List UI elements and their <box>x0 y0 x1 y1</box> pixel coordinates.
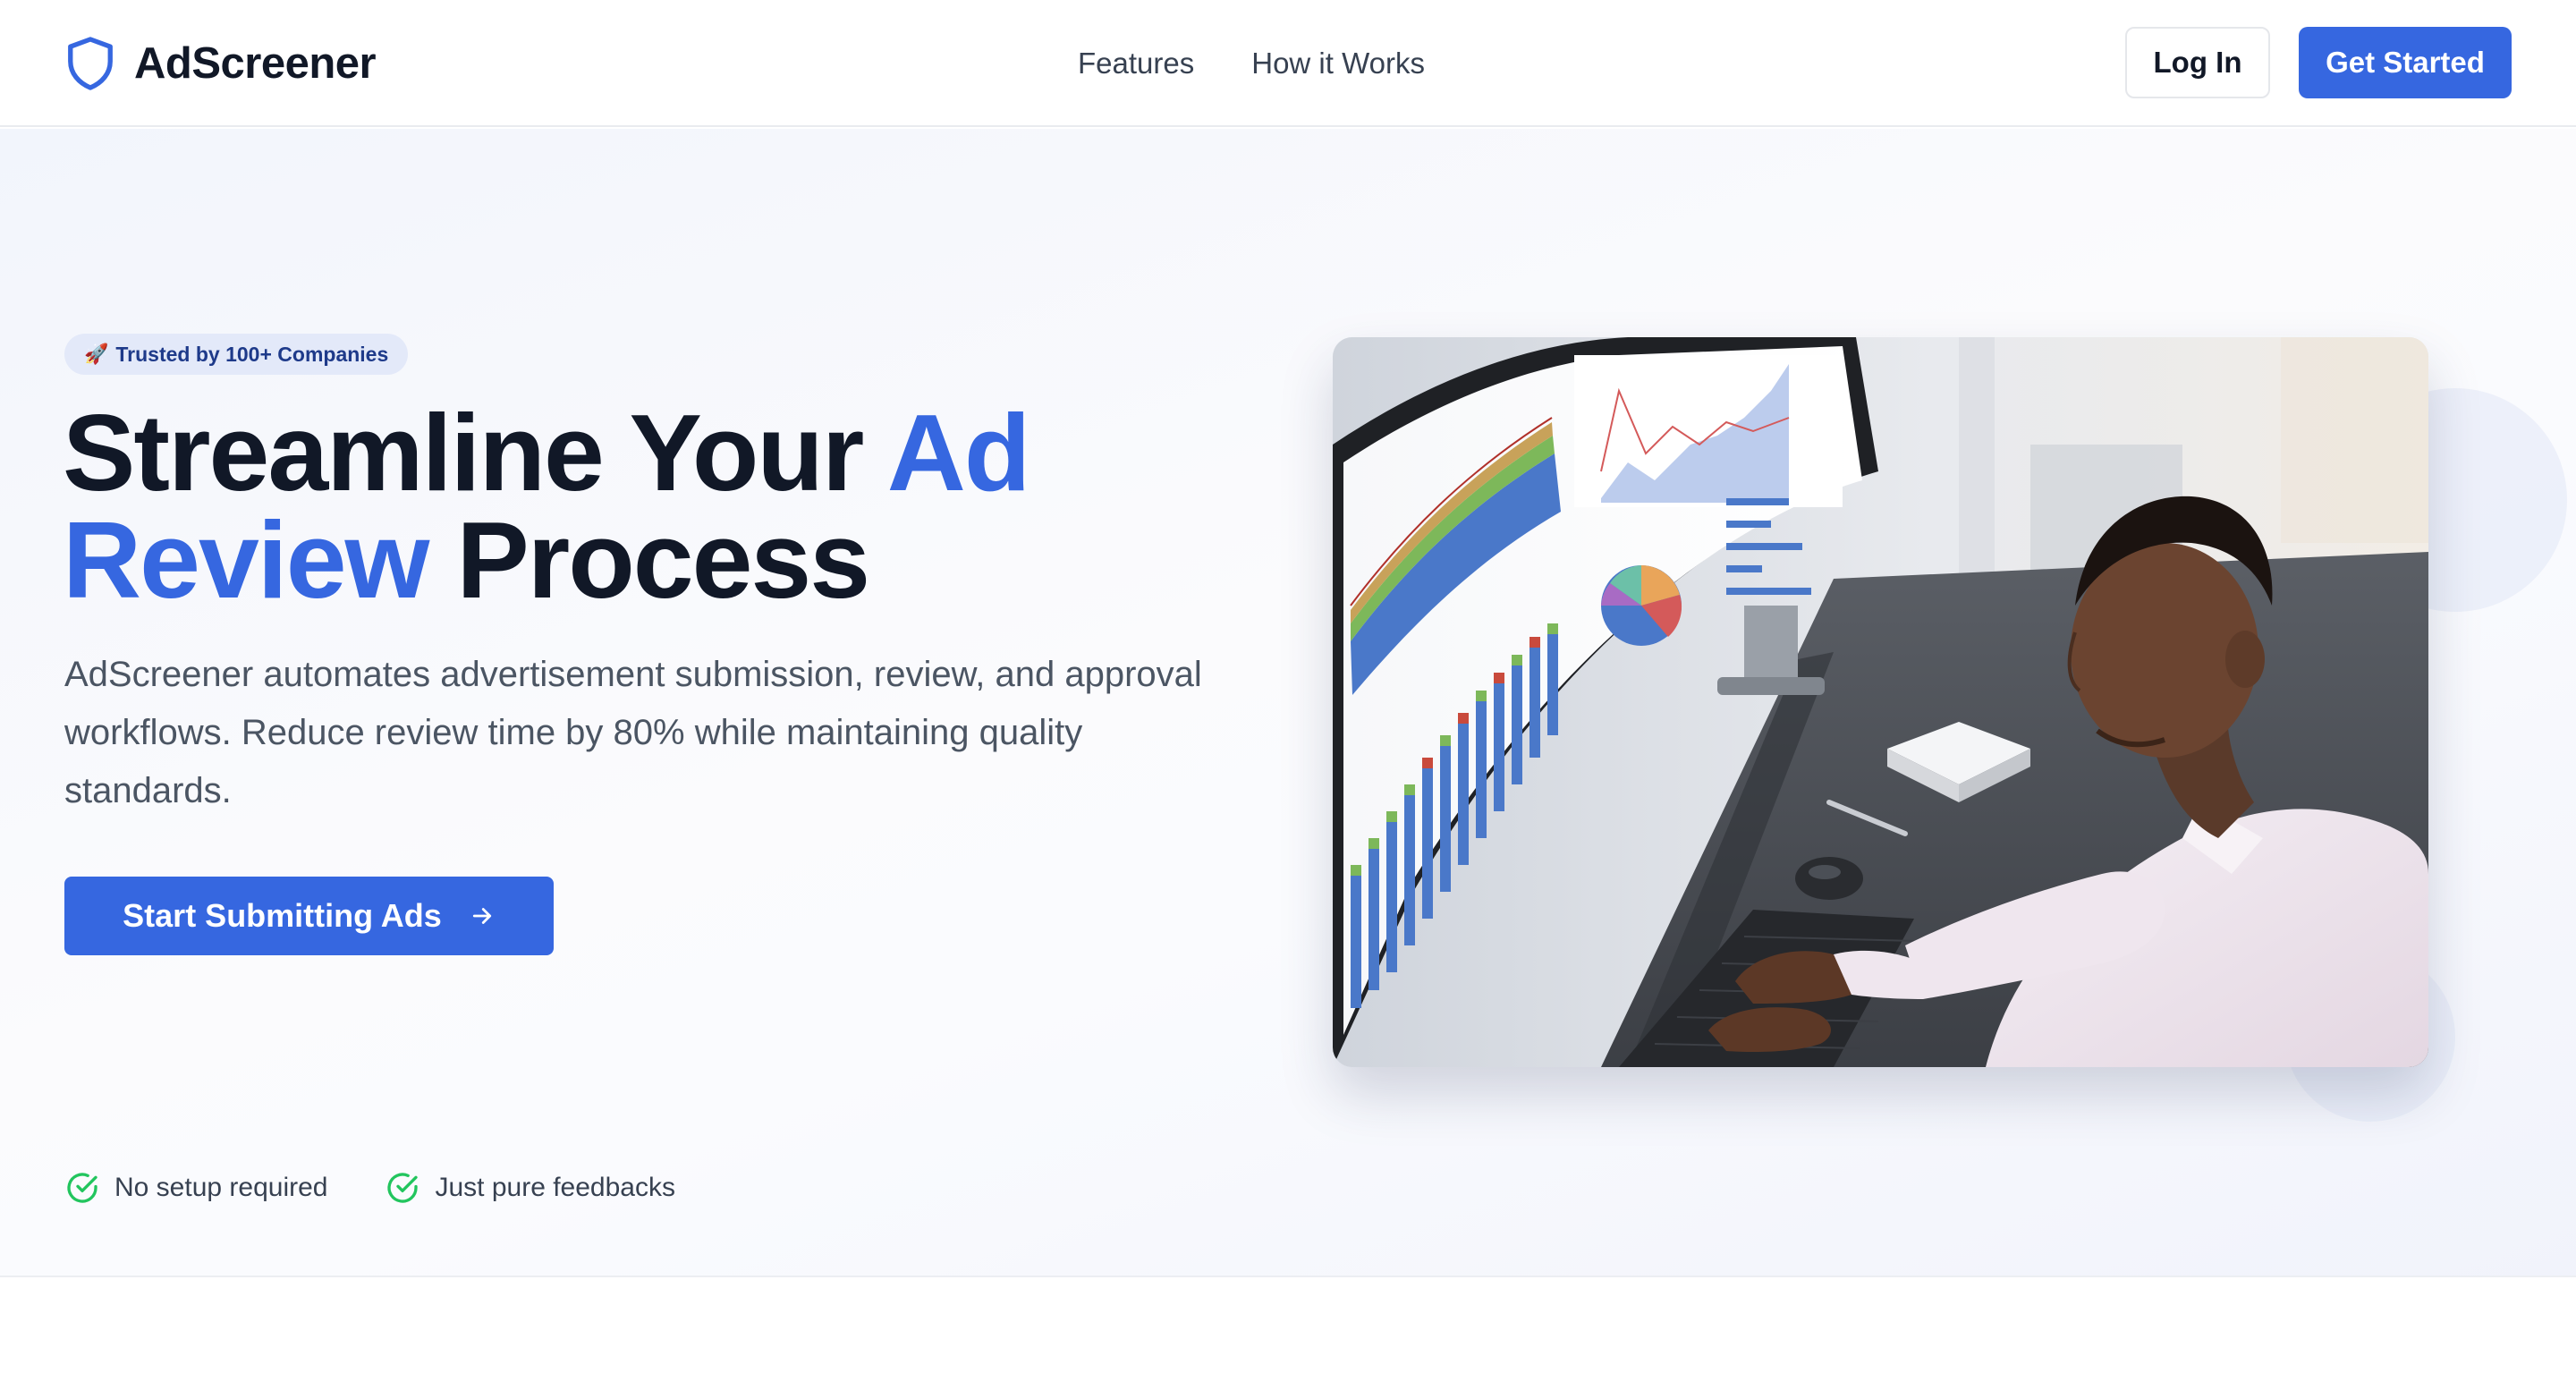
check-circle-icon <box>67 1173 97 1203</box>
rocket-icon: 🚀 <box>84 343 109 365</box>
nav-link-how-it-works[interactable]: How it Works <box>1251 47 1425 81</box>
hero-title: Streamline Your Ad Review Process <box>63 398 1225 614</box>
shield-icon <box>68 37 113 90</box>
badge-text: Trusted by 100+ Companies <box>115 342 389 366</box>
check-label: No setup required <box>114 1173 328 1202</box>
check-item-no-setup: No setup required <box>64 1170 327 1206</box>
hero-photo-illustration <box>1333 337 2428 1067</box>
hero-description: AdScreener automates advertisement submi… <box>64 655 1202 810</box>
monitor-pie-chart <box>1601 565 1682 646</box>
brand-logo[interactable]: AdScreener <box>64 32 377 95</box>
cta-label: Start Submitting Ads <box>123 897 442 934</box>
check-circle-icon <box>387 1173 419 1203</box>
brand-name: AdScreener <box>134 39 377 88</box>
title-part-1: Streamline Your <box>63 392 887 513</box>
hero-section: 🚀 Trusted by 100+ Companies Streamline Y… <box>0 129 2576 1277</box>
title-accent-1: Ad <box>886 392 1031 513</box>
trusted-badge: 🚀 Trusted by 100+ Companies <box>64 334 409 375</box>
arrow-right-icon <box>472 908 491 924</box>
nav-link-features[interactable]: Features <box>1078 47 1194 81</box>
check-item-pure-feedbacks: Just pure feedbacks <box>385 1170 675 1206</box>
hero-image <box>1333 337 2428 1067</box>
title-part-2: Process <box>428 499 870 621</box>
feature-checks: No setup required Just pure feedbacks <box>64 1170 675 1206</box>
title-accent-2: Review <box>63 499 429 621</box>
navbar: AdScreener Features How it Works Log In … <box>0 0 2576 127</box>
login-button[interactable]: Log In <box>2125 27 2270 98</box>
get-started-button[interactable]: Get Started <box>2299 27 2512 98</box>
check-label: Just pure feedbacks <box>435 1173 675 1202</box>
nav-links: Features How it Works <box>1078 40 1425 87</box>
start-submitting-ads-button[interactable]: Start Submitting Ads <box>64 877 554 955</box>
